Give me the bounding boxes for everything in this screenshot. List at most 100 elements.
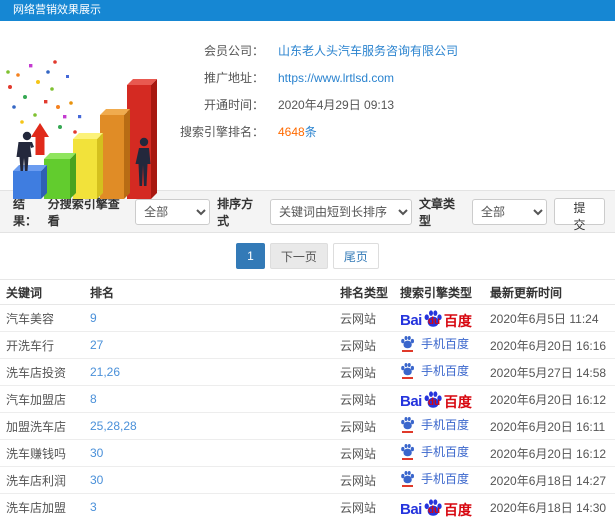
baidu-logo: Bai du 百度 bbox=[400, 390, 472, 409]
keyword-cell: 加盟洗车店 bbox=[0, 412, 90, 440]
engine-cell: Baidu百度 手机百度 bbox=[400, 493, 490, 520]
rank-type-cell: 云网站 bbox=[340, 385, 400, 413]
rank-type-cell: 云网站 bbox=[340, 358, 400, 386]
rank-type-cell: 云网站 bbox=[340, 412, 400, 440]
info-section: 会员公司： 山东老人头汽车服务咨询有限公司 推广地址： https://www.… bbox=[0, 21, 615, 199]
last-page-button[interactable]: 尾页 bbox=[332, 243, 379, 269]
header-rank: 排名 bbox=[90, 279, 340, 305]
header-rank-type: 排名类型 bbox=[340, 279, 400, 305]
bar-yellow bbox=[73, 133, 103, 199]
open-time-row: 开通时间： 2020年4月29日 09:13 bbox=[180, 91, 615, 118]
open-time-label: 开通时间： bbox=[203, 98, 264, 112]
table-row: 汽车加盟店 8 云网站 Baidu百度 手机百度 2020年6月20日 16:1… bbox=[0, 385, 615, 413]
engine-cell: Baidu百度 手机百度 bbox=[400, 466, 490, 494]
rank-cell: 30 bbox=[90, 466, 340, 494]
bar-blue bbox=[13, 165, 47, 199]
sort-filter-select[interactable]: 关键词由短到长排序 bbox=[270, 198, 413, 225]
table-row: 开洗车行 27 云网站 Baidu百度 手机百度 2020年6月20日 16:1… bbox=[0, 331, 615, 359]
update-time-cell: 2020年6月20日 16:16 bbox=[490, 331, 615, 359]
mobile-baidu-paw-icon bbox=[400, 335, 415, 352]
table-row: 汽车美容 9 云网站 Baidu百度 手机百度 2020年6月5日 11:24 bbox=[0, 304, 615, 332]
engine-rank-label: 搜索引擎排名： bbox=[180, 125, 265, 139]
engine-cell: Baidu百度 手机百度 bbox=[400, 304, 490, 332]
keyword-cell: 汽车美容 bbox=[0, 304, 90, 332]
company-link[interactable]: 山东老人头汽车服务咨询有限公司 bbox=[278, 42, 458, 59]
rank-cell: 25,28,28 bbox=[90, 412, 340, 440]
rank-link[interactable]: 27 bbox=[90, 338, 103, 352]
rank-cell: 27 bbox=[90, 331, 340, 359]
baidu-logo: Bai du 百度 bbox=[400, 498, 472, 517]
mobile-baidu-logo: 手机百度 bbox=[400, 470, 469, 487]
rank-cell: 9 bbox=[90, 304, 340, 332]
keyword-cell: 开洗车行 bbox=[0, 331, 90, 359]
mobile-baidu-logo: 手机百度 bbox=[400, 443, 469, 460]
rank-link[interactable]: 25,28,28 bbox=[90, 419, 137, 433]
baidu-paw-icon: du bbox=[423, 309, 443, 328]
page-title: 网络营销效果展示 bbox=[0, 0, 615, 21]
mobile-baidu-paw-icon bbox=[400, 416, 415, 433]
table-header-row: 关键词 排名 排名类型 搜索引擎类型 最新更新时间 bbox=[0, 279, 615, 305]
rank-link[interactable]: 30 bbox=[90, 473, 103, 487]
baidu-paw-icon: du bbox=[423, 498, 443, 517]
rank-type-cell: 云网站 bbox=[340, 304, 400, 332]
mobile-baidu-logo: 手机百度 bbox=[400, 416, 469, 433]
mobile-baidu-logo: 手机百度 bbox=[400, 362, 469, 379]
update-time-cell: 2020年5月27日 14:58 bbox=[490, 358, 615, 386]
table-row: 洗车店利润 30 云网站 Baidu百度 手机百度 2020年6月18日 14:… bbox=[0, 466, 615, 494]
engine-cell: Baidu百度 手机百度 bbox=[400, 331, 490, 359]
keyword-cell: 汽车加盟店 bbox=[0, 385, 90, 413]
article-type-select[interactable]: 全部 bbox=[471, 198, 548, 225]
table-row: 洗车店加盟 3 云网站 Baidu百度 手机百度 2020年6月18日 14:3… bbox=[0, 493, 615, 520]
update-time-cell: 2020年6月18日 14:27 bbox=[490, 466, 615, 494]
ranking-table: 关键词 排名 排名类型 搜索引擎类型 最新更新时间 汽车美容 9 云网站 Bai… bbox=[0, 279, 615, 520]
promo-url-label: 推广地址： bbox=[203, 71, 264, 85]
article-type-label: 文章类型 bbox=[419, 196, 456, 228]
update-time-cell: 2020年6月20日 16:12 bbox=[490, 439, 615, 467]
mobile-baidu-paw-icon bbox=[400, 443, 415, 460]
rank-link[interactable]: 8 bbox=[90, 392, 97, 406]
rank-unit: 条 bbox=[304, 125, 317, 139]
rank-cell: 3 bbox=[90, 493, 340, 520]
rank-type-cell: 云网站 bbox=[340, 493, 400, 520]
rank-link[interactable]: 30 bbox=[90, 446, 103, 460]
rank-type-cell: 云网站 bbox=[340, 331, 400, 359]
engine-rank-value: 4648条 bbox=[278, 123, 317, 140]
bar-chart-illustration bbox=[6, 60, 157, 199]
engine-cell: Baidu百度 手机百度 bbox=[400, 358, 490, 386]
up-arrow bbox=[31, 123, 49, 155]
submit-button[interactable]: 提交 bbox=[554, 198, 605, 232]
page-1-button[interactable]: 1 bbox=[236, 243, 265, 269]
table-row: 洗车店投资 21,26 云网站 Baidu百度 手机百度 2020年5月27日 … bbox=[0, 358, 615, 386]
keyword-cell: 洗车店投资 bbox=[0, 358, 90, 386]
open-time-value: 2020年4月29日 09:13 bbox=[278, 98, 395, 112]
engine-rank-row: 搜索引擎排名： 4648条 bbox=[180, 118, 615, 145]
rank-link[interactable]: 3 bbox=[90, 500, 97, 514]
header-update-time: 最新更新时间 bbox=[490, 279, 615, 305]
rank-link[interactable]: 21,26 bbox=[90, 365, 120, 379]
next-page-button[interactable]: 下一页 bbox=[269, 243, 328, 269]
update-time-cell: 2020年6月20日 16:11 bbox=[490, 412, 615, 440]
keyword-cell: 洗车店加盟 bbox=[0, 493, 90, 520]
baidu-paw-icon: du bbox=[423, 390, 443, 409]
rank-link[interactable]: 9 bbox=[90, 311, 97, 325]
rank-count: 4648 bbox=[278, 125, 305, 139]
engine-cell: Baidu百度 手机百度 bbox=[400, 385, 490, 413]
table-row: 加盟洗车店 25,28,28 云网站 Baidu百度 手机百度 2020年6月2… bbox=[0, 412, 615, 440]
company-label: 会员公司： bbox=[203, 44, 264, 58]
update-time-cell: 2020年6月5日 11:24 bbox=[490, 304, 615, 332]
update-time-cell: 2020年6月18日 14:30 bbox=[490, 493, 615, 520]
rank-cell: 21,26 bbox=[90, 358, 340, 386]
mobile-baidu-paw-icon bbox=[400, 362, 415, 379]
promo-url-link[interactable]: https://www.lrtlsd.com bbox=[278, 71, 394, 85]
update-time-cell: 2020年6月20日 16:12 bbox=[490, 385, 615, 413]
header-keyword: 关键词 bbox=[0, 279, 90, 305]
keyword-cell: 洗车赚钱吗 bbox=[0, 439, 90, 467]
rank-type-cell: 云网站 bbox=[340, 439, 400, 467]
rank-type-cell: 云网站 bbox=[340, 466, 400, 494]
member-info: 会员公司： 山东老人头汽车服务咨询有限公司 推广地址： https://www.… bbox=[180, 21, 615, 145]
rank-cell: 30 bbox=[90, 439, 340, 467]
mobile-baidu-logo: 手机百度 bbox=[400, 335, 469, 352]
baidu-logo: Bai du 百度 bbox=[400, 309, 472, 328]
mobile-baidu-paw-icon bbox=[400, 470, 415, 487]
engine-cell: Baidu百度 手机百度 bbox=[400, 439, 490, 467]
